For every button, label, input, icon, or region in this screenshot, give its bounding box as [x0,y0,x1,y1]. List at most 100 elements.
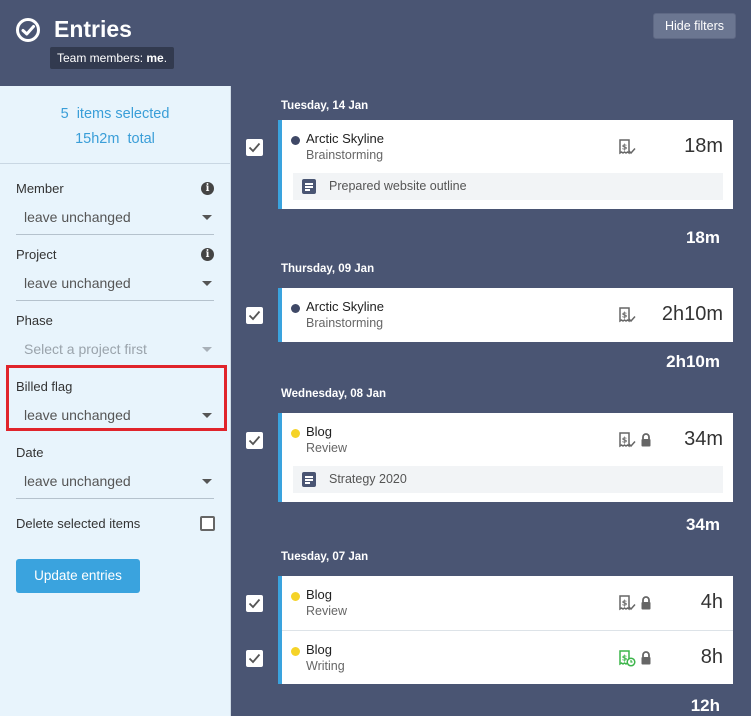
member-select-value: leave unchanged [24,209,131,225]
time-entry[interactable]: Blog Review $4h [282,576,733,630]
time-entry[interactable]: Blog Writing $8h [282,630,733,684]
project-color-dot [291,592,300,601]
entry-note: Prepared website outline [293,173,723,200]
project-color-dot [291,304,300,313]
billed-check-icon[interactable]: $ [618,594,636,612]
day-total: 18m [685,228,720,247]
page-title: Entries [54,16,132,42]
entry-status-icons: $ [618,431,653,449]
info-icon[interactable]: i [201,182,214,195]
svg-text:$: $ [622,436,628,445]
lock-icon [641,596,651,610]
member-label: Member [16,181,64,196]
chevron-down-icon [202,215,212,220]
entry-duration: 18m [684,135,723,157]
selection-summary: 5 items selected 15h2m total [0,86,230,164]
check-circle-logo-icon [16,18,40,42]
info-icon[interactable]: i [201,248,214,261]
project-name: Blog [306,642,333,657]
member-field: Member i leave unchanged [16,181,214,235]
entry-note: Strategy 2020 [293,466,723,493]
lock-icon [641,433,651,447]
filter-sidebar: 5 items selected 15h2m total Member i le… [0,86,231,716]
day-total: 2h10m [666,352,720,371]
entry-status-icons: $ [618,306,636,324]
billed-check-icon[interactable]: $ [618,306,636,324]
billed-check-icon[interactable]: $ [618,431,636,449]
delete-selected-row: Delete selected items [16,516,215,534]
team-members-prefix: Team members: [57,51,147,65]
date-select-value: leave unchanged [24,473,131,489]
entry-checkbox[interactable] [246,595,263,612]
billed-check-icon[interactable]: $ [618,138,636,156]
note-icon [302,179,316,194]
checkmark-icon [248,435,261,446]
member-select[interactable]: leave unchanged [16,207,214,235]
svg-text:$: $ [622,311,628,320]
project-select[interactable]: leave unchanged [16,273,214,301]
time-entry[interactable]: Blog Review $34m Strategy 2020 [282,413,733,502]
total-time-text: 15h2m total [75,131,155,147]
header: Entries Team members: me. Hide filters [0,0,751,86]
lock-icon [641,651,651,665]
checkmark-icon [248,142,261,153]
items-selected-text: 5 items selected [60,106,170,122]
billed-pending-icon[interactable]: $ [618,649,636,667]
time-entry[interactable]: Arctic Skyline Brainstorming $2h10m [282,288,733,342]
day-label: Wednesday, 08 Jan [281,388,387,400]
team-members-badge: Team members: me. [50,47,175,69]
chevron-down-icon [202,281,212,286]
entry-status-icons: $ [618,138,636,156]
phase-name: Brainstorming [306,316,384,330]
project-name: Arctic Skyline [306,131,385,146]
entry-note-text: Prepared website outline [329,179,467,193]
checkmark-icon [248,310,261,321]
entry-checkbox[interactable] [246,650,263,667]
entry-duration: 2h10m [661,303,723,325]
date-select[interactable]: leave unchanged [16,471,214,499]
date-label: Date [16,445,44,460]
phase-select: Select a project first [16,339,214,367]
entries-card: Arctic Skyline Brainstorming $18m Prepared … [278,120,733,209]
project-field: Project i leave unchanged [16,247,214,301]
hide-filters-button[interactable]: Hide filters [653,13,736,39]
entries-list: Tuesday, 14 Jan Arctic Skyline Brainstormi… [232,86,751,716]
team-members-suffix: . [163,51,168,65]
entry-checkbox[interactable] [246,432,263,449]
phase-name: Review [306,441,347,455]
project-name: Arctic Skyline [306,299,385,314]
day-total: 12h [690,696,720,715]
entry-status-icons: $ [618,649,653,667]
checkmark-icon [248,653,261,664]
entries-card: Blog Review $34m Strategy 2020 [278,413,733,502]
project-color-dot [291,429,300,438]
delete-selected-label: Delete selected items [16,516,141,531]
day-label: Tuesday, 14 Jan [281,100,369,112]
delete-selected-checkbox[interactable] [200,516,215,531]
project-color-dot [291,136,300,145]
project-name: Blog [306,424,333,439]
note-icon [302,472,316,487]
entries-card: Blog Review $4h Blog Writing $8h [278,576,733,684]
billed-flag-highlight [6,365,227,431]
project-name: Blog [306,587,333,602]
svg-text:$: $ [622,599,628,608]
project-select-value: leave unchanged [24,275,131,291]
checkmark-icon [248,598,261,609]
project-color-dot [291,647,300,656]
update-entries-button[interactable]: Update entries [16,559,140,593]
entries-card: Arctic Skyline Brainstorming $2h10m [278,288,733,342]
team-members-value: me [146,51,164,65]
phase-label: Phase [16,313,53,328]
phase-select-value: Select a project first [24,341,147,357]
entry-checkbox[interactable] [246,139,263,156]
phase-name: Review [306,604,347,618]
date-field: Date leave unchanged [16,445,214,499]
entry-duration: 4h [700,591,723,613]
entry-note-text: Strategy 2020 [329,472,407,486]
phase-name: Writing [306,659,345,673]
entry-checkbox[interactable] [246,307,263,324]
phase-name: Brainstorming [306,148,384,162]
entry-duration: 34m [684,428,723,450]
time-entry[interactable]: Arctic Skyline Brainstorming $18m Prepared … [282,120,733,209]
